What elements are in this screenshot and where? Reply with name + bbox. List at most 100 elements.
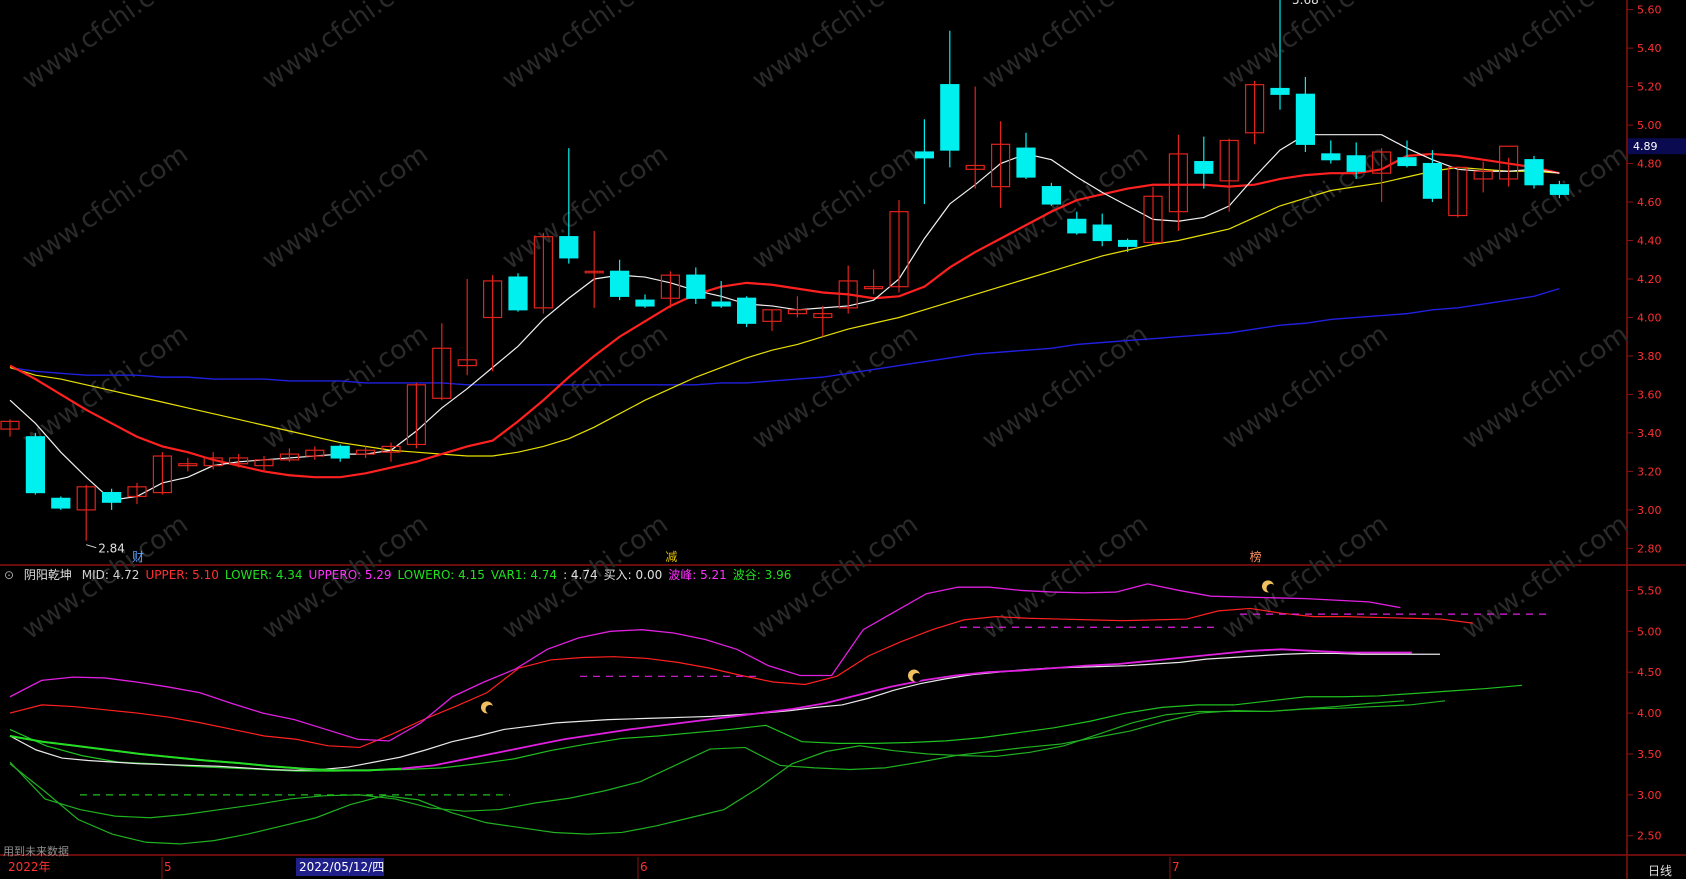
watermark-text: www.cfchi.com xyxy=(747,0,924,96)
watermark-text: www.cfchi.com xyxy=(1217,319,1394,455)
watermark-text: www.cfchi.com xyxy=(497,0,674,96)
candle-down xyxy=(1270,87,1290,95)
candle-down xyxy=(1524,159,1544,186)
candle-down xyxy=(1067,218,1087,234)
candle-down xyxy=(914,151,935,159)
price-tick-label: 5.20 xyxy=(1637,81,1662,94)
indicator-tick-label: 5.50 xyxy=(1637,584,1662,597)
indicator-value-4: LOWERO: 4.15 xyxy=(397,568,485,582)
current-price-label: 4.89 xyxy=(1633,140,1658,153)
price-tick-label: 3.80 xyxy=(1637,350,1662,363)
indicator-var1-green-segment xyxy=(9,734,402,772)
year-label: 2022年 xyxy=(8,860,51,874)
period-label[interactable]: 日线 xyxy=(1648,862,1672,879)
watermark-text: www.cfchi.com xyxy=(747,319,924,455)
price-tick-label: 3.40 xyxy=(1637,427,1662,440)
watermark-text: www.cfchi.com xyxy=(257,0,434,96)
candle-down xyxy=(1016,147,1036,178)
indicator-lowero-line xyxy=(9,700,1446,819)
candle-down xyxy=(1422,162,1443,199)
candle-down xyxy=(711,301,731,307)
indicator-tick-label: 3.50 xyxy=(1637,748,1662,761)
watermark-text: www.cfchi.com xyxy=(1217,509,1394,645)
watermark-text: www.cfchi.com xyxy=(497,139,674,275)
price-tick-label: 3.00 xyxy=(1637,504,1662,517)
signal-marker-cutout xyxy=(912,672,922,682)
candle-down xyxy=(559,236,579,259)
candle-down xyxy=(1092,224,1112,242)
candle-down xyxy=(1346,155,1366,172)
candle-down xyxy=(25,436,45,494)
indicator-tick-label: 4.50 xyxy=(1637,666,1662,679)
indicator-tick-label: 5.00 xyxy=(1637,625,1662,638)
candle-down xyxy=(508,276,528,311)
indicator-toggle-icon[interactable]: ⊙ xyxy=(4,568,14,582)
candle-down xyxy=(1117,239,1138,247)
indicator-value-7: 买入: 0.00 xyxy=(603,568,663,582)
month-label: 6 xyxy=(640,860,648,874)
indicator-value-3: UPPERO: 5.29 xyxy=(308,568,392,582)
candle-down xyxy=(1549,184,1570,195)
indicator-tick-label: 2.50 xyxy=(1637,830,1662,843)
price-tick-label: 3.20 xyxy=(1637,465,1662,478)
indicator-value-6: : 4.74 xyxy=(563,568,598,582)
event-marker: 榜 xyxy=(1250,549,1262,564)
candle-down xyxy=(686,274,706,299)
price-tick-label: 5.60 xyxy=(1637,4,1662,17)
stock-chart[interactable]: www.cfchi.com www.cfchi.com www.cfchi.com w… xyxy=(0,0,1686,879)
watermark-text: www.cfchi.com xyxy=(1457,509,1634,645)
indicator-llv-line xyxy=(9,700,1405,845)
month-label: 5 xyxy=(164,860,172,874)
price-tick-label: 2.80 xyxy=(1637,542,1662,555)
price-tick-label: 5.40 xyxy=(1637,42,1662,55)
price-tick-label: 3.60 xyxy=(1637,388,1662,401)
candle-down xyxy=(1397,157,1417,167)
watermark-text: www.cfchi.com xyxy=(1457,319,1634,455)
month-label: 7 xyxy=(1172,860,1180,874)
watermark-text: www.cfchi.com xyxy=(977,319,1154,455)
candle-down xyxy=(330,445,350,459)
watermark-text: www.cfchi.com xyxy=(1217,139,1394,275)
indicator-name[interactable]: 阴阳乾坤 xyxy=(24,568,72,582)
price-tick-label: 4.20 xyxy=(1637,273,1662,286)
event-marker: 减 xyxy=(665,550,677,564)
watermark-text: www.cfchi.com xyxy=(977,139,1154,275)
candle-down xyxy=(736,297,757,324)
candle-down xyxy=(1194,161,1214,174)
candle-down xyxy=(51,497,71,509)
candle-down xyxy=(1041,186,1062,205)
indicator-uppero-line xyxy=(9,583,1401,742)
price-tick-label: 4.60 xyxy=(1637,196,1662,209)
indicator-header: ⊙ 阴阳乾坤 MID: 4.72 UPPER: 5.10 LOWER: 4.34 UP… xyxy=(4,566,803,583)
watermark-text: www.cfchi.com xyxy=(747,139,924,275)
candle-down xyxy=(1321,153,1341,161)
watermark-text: www.cfchi.com xyxy=(1457,0,1634,96)
indicator-value-9: 波谷: 3.96 xyxy=(732,568,792,582)
indicator-value-2: LOWER: 4.34 xyxy=(224,568,303,582)
watermark-text: www.cfchi.com xyxy=(977,0,1154,96)
price-tick-label: 4.40 xyxy=(1637,235,1662,248)
event-marker: 财 xyxy=(132,550,144,564)
price-tick-label: 4.00 xyxy=(1637,311,1662,324)
signal-marker-cutout xyxy=(1266,583,1276,593)
watermark-text: www.cfchi.com xyxy=(17,319,194,455)
candle-down xyxy=(635,299,655,307)
candle-down xyxy=(101,491,122,503)
watermark-text: www.cfchi.com xyxy=(257,139,434,275)
signal-marker-cutout xyxy=(485,704,495,714)
candle-down xyxy=(609,270,630,297)
indicator-value-5: VAR1: 4.74 xyxy=(490,568,558,582)
high-label: 5.68 xyxy=(1292,0,1319,7)
price-tick-label: 5.00 xyxy=(1637,119,1662,132)
indicator-tick-label: 4.00 xyxy=(1637,707,1662,720)
watermark-text: www.cfchi.com xyxy=(977,509,1154,645)
low-label: 2.84 xyxy=(98,542,125,556)
low-pointer xyxy=(86,544,97,549)
indicator-var1-line xyxy=(9,648,1412,772)
candle-down xyxy=(1295,93,1316,145)
watermark-text: www.cfchi.com xyxy=(17,0,194,96)
candle-down xyxy=(940,84,960,151)
future-data-note: 用到未来数据 xyxy=(3,845,69,858)
watermark-text: www.cfchi.com xyxy=(17,139,194,275)
price-tick-label: 4.80 xyxy=(1637,158,1662,171)
